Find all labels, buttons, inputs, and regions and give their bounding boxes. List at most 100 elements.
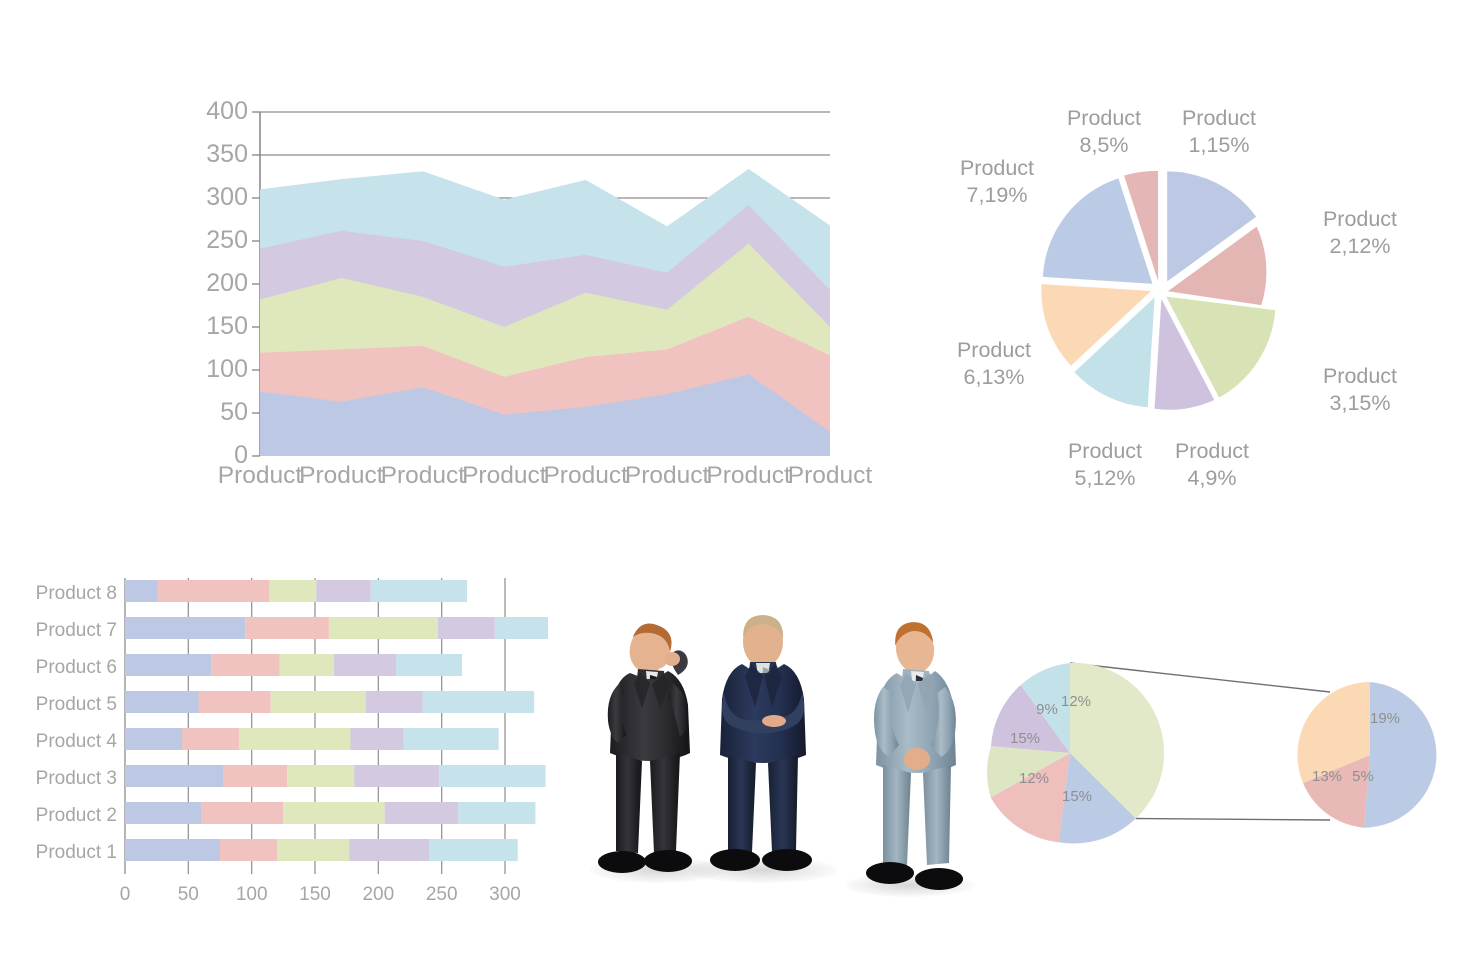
- bar-x-tick: 50: [178, 884, 199, 905]
- bar-seg-s4: [316, 580, 371, 602]
- bar-seg-s5: [370, 580, 468, 602]
- bar-y-label: Product 8: [36, 583, 117, 604]
- pie-label-product-6-name: Product: [957, 338, 1031, 362]
- bar-x-tick: 200: [362, 884, 394, 905]
- main-pie-label-15-blue: 15%: [1062, 788, 1092, 805]
- main-pie-label-12-red: 12%: [1019, 770, 1049, 787]
- y-tick: 150: [206, 312, 248, 340]
- hand: [762, 715, 786, 727]
- bar-seg-s3: [287, 765, 355, 787]
- shoe-right: [762, 849, 812, 871]
- pie-label-product-7-name: Product: [960, 156, 1034, 180]
- bar-seg-s4: [350, 728, 404, 750]
- bar-seg-s3: [283, 802, 385, 824]
- figurine-right: [866, 622, 963, 890]
- table-row: [125, 617, 548, 639]
- bar-x-tick: 0: [120, 884, 131, 905]
- bar-seg-s2: [223, 765, 288, 787]
- x-tick-num: 6: [660, 497, 674, 500]
- bar-seg-s2: [198, 691, 271, 713]
- main-pie: [987, 662, 1165, 844]
- x-tick-num: 8: [823, 497, 837, 500]
- x-tick-num: 3: [416, 497, 430, 500]
- y-tick: 350: [206, 140, 248, 168]
- pie-label-product-4-value: 4,9%: [1187, 466, 1236, 490]
- bar-seg-s5: [458, 802, 536, 824]
- bar-seg-s5: [403, 728, 499, 750]
- leg-left: [883, 765, 911, 865]
- table-row: [125, 839, 518, 861]
- leg-left: [728, 755, 756, 852]
- x-tick-word: Product: [462, 462, 547, 489]
- pie-label-product-2-name: Product: [1323, 207, 1397, 231]
- bar-seg-s1: [125, 580, 158, 602]
- bar-y-label: Product 3: [36, 768, 117, 789]
- bar-seg-s1: [125, 765, 224, 787]
- bar-seg-s3: [270, 691, 366, 713]
- bar-y-label: Product 5: [36, 694, 117, 715]
- bar-seg-s2: [182, 728, 239, 750]
- x-tick-num: 4: [497, 497, 511, 500]
- x-tick-num: 7: [742, 497, 756, 500]
- stacked-bar-chart-svg: Product 8 Product 7 Product 6 Product 5 …: [36, 578, 548, 905]
- main-pie-label-12-cyan: 12%: [1061, 693, 1091, 710]
- y-tick: 100: [206, 355, 248, 383]
- main-pie-label-9-purple: 9%: [1036, 701, 1058, 718]
- secondary-pie: [1297, 682, 1437, 828]
- leg-right: [923, 765, 951, 865]
- shoe-right: [644, 850, 692, 872]
- stacked-area-chart: 400 350 300 250 200 150 100 50 0 Product…: [190, 90, 890, 524]
- bar-seg-s5: [422, 691, 535, 713]
- shoe-left: [866, 862, 914, 884]
- y-tick: 50: [220, 398, 248, 426]
- bar-seg-s5: [396, 654, 462, 676]
- bar-y-label: Product 2: [36, 805, 117, 826]
- figurine-center: [710, 615, 812, 871]
- shoe-left: [710, 849, 760, 871]
- bar-x-tick: 100: [236, 884, 268, 905]
- bar-seg-s5: [494, 617, 548, 639]
- secondary-pie-label-19: 19%: [1370, 710, 1400, 727]
- pie-label-product-3-name: Product: [1323, 364, 1397, 388]
- x-tick-word: Product: [299, 462, 384, 489]
- bar-seg-s3: [269, 580, 317, 602]
- businessman-figurines: [560, 585, 980, 897]
- bar-seg-s2: [245, 617, 329, 639]
- bar-seg-s4: [334, 654, 397, 676]
- bar-seg-s2: [157, 580, 270, 602]
- shoe-right: [915, 868, 963, 890]
- x-tick-num: 2: [335, 497, 349, 500]
- pie-of-pie-chart: 12% 15% 12% 15% 9% 19% 5% 13%: [975, 635, 1445, 880]
- bar-y-label: Product 7: [36, 620, 117, 641]
- bar-seg-s2: [201, 802, 284, 824]
- hand: [664, 652, 680, 666]
- bar-seg-s1: [125, 728, 182, 750]
- bar-seg-s3: [328, 617, 438, 639]
- area-series-stack: [260, 168, 830, 456]
- pie-label-product-3-value: 3,15%: [1330, 391, 1391, 415]
- pie-label-product-4-name: Product: [1175, 439, 1249, 463]
- bar-seg-s3: [279, 654, 334, 676]
- exploded-pie-chart-svg: Product 1,15% Product 2,12% Product 3,15…: [957, 106, 1397, 490]
- leg-left: [616, 753, 642, 853]
- y-tick: 250: [206, 226, 248, 254]
- x-tick-word: Product: [706, 462, 791, 489]
- bar-seg-s5: [429, 839, 518, 861]
- area-x-axis: Product 1 Product 2 Product 3 Product 4 …: [218, 462, 873, 524]
- table-row: [125, 580, 468, 602]
- y-tick: 300: [206, 183, 248, 211]
- table-row: [125, 691, 535, 713]
- bar-seg-s3: [239, 728, 351, 750]
- leg-right: [650, 753, 680, 853]
- pie-slices: [1041, 170, 1276, 410]
- bar-seg-s4: [384, 802, 459, 824]
- bar-x-tick: 250: [426, 884, 458, 905]
- bar-seg-s3: [277, 839, 350, 861]
- x-tick-word: Product: [543, 462, 628, 489]
- shoe-left: [598, 851, 646, 873]
- main-pie-label-15-green: 15%: [1010, 730, 1040, 747]
- bar-seg-s4: [349, 839, 429, 861]
- exploded-pie-chart: Product 1,15% Product 2,12% Product 3,15…: [930, 95, 1440, 505]
- bar-seg-s1: [125, 839, 220, 861]
- table-row: [125, 654, 462, 676]
